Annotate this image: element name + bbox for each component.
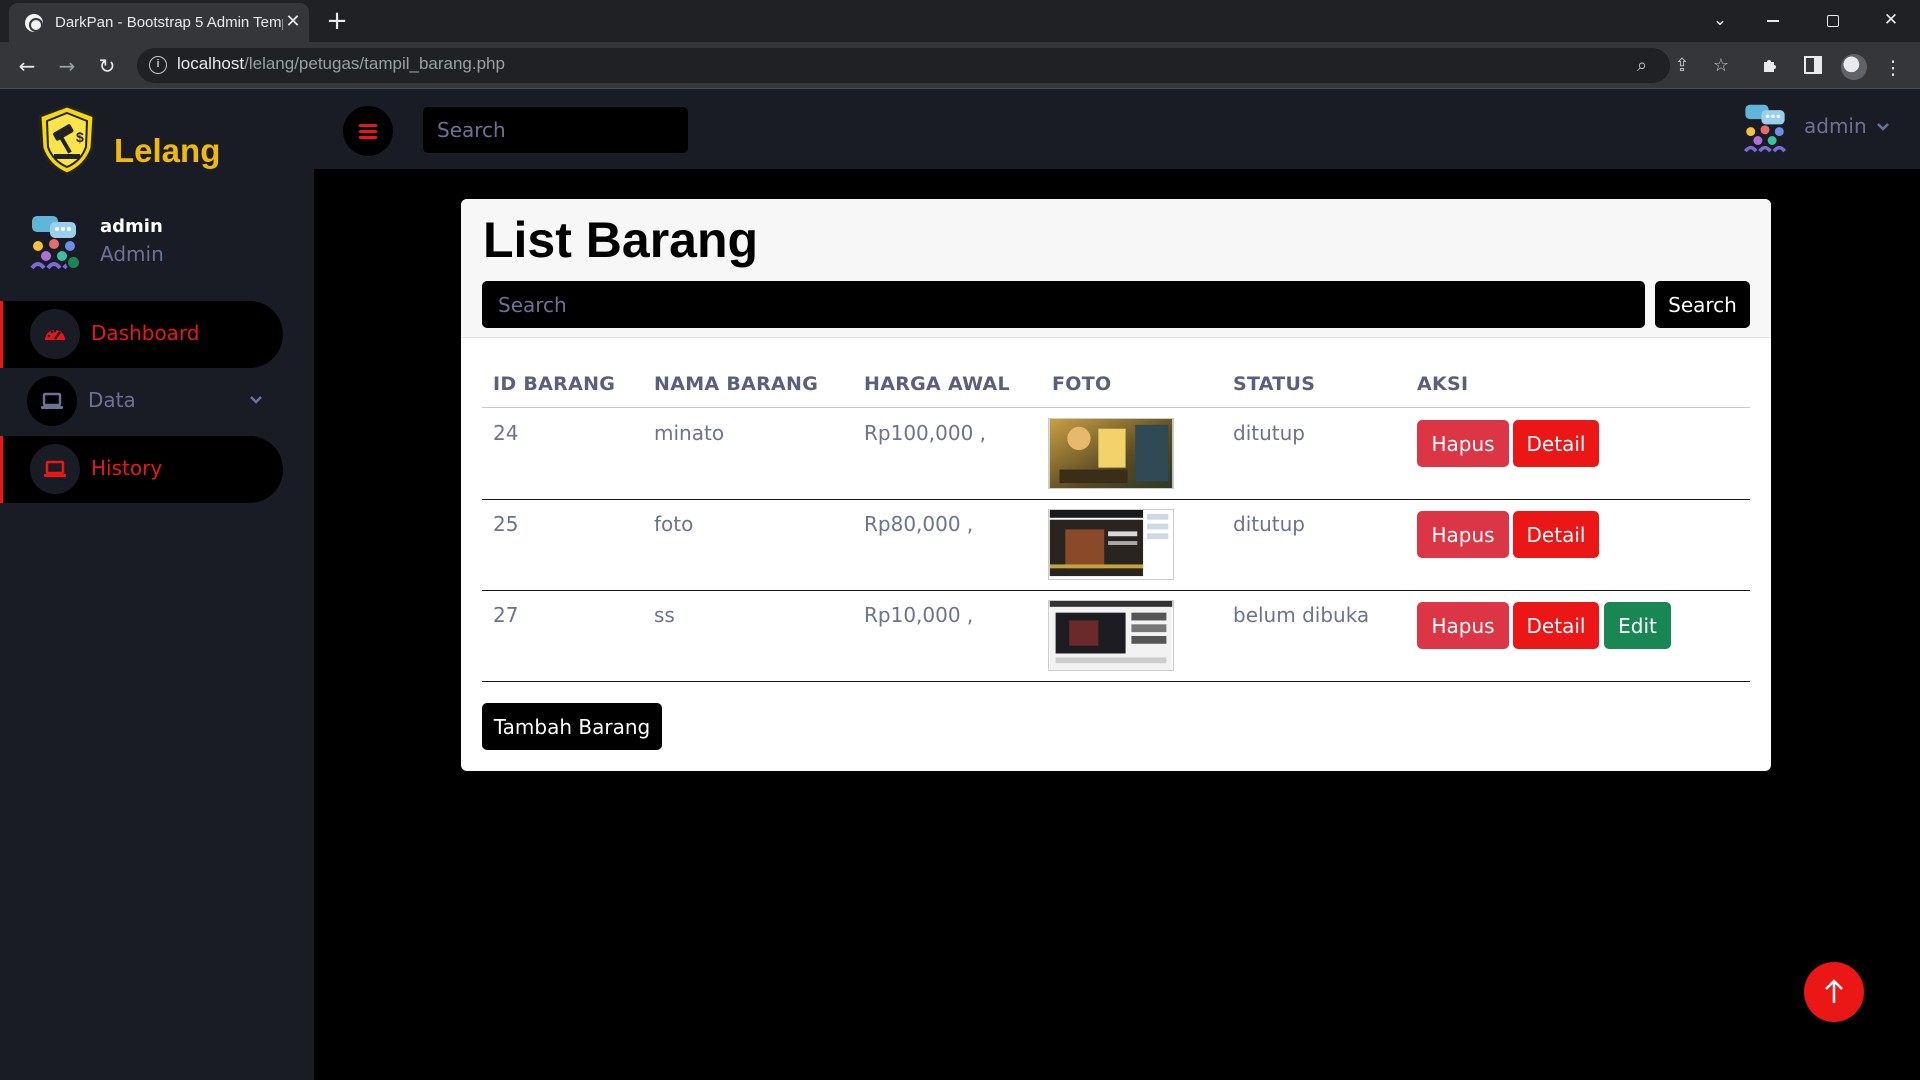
laptop-icon — [44, 460, 66, 477]
column-header: AKSI — [1417, 373, 1469, 395]
back-to-top-button[interactable] — [1804, 962, 1864, 1022]
table-header: ID BARANG NAMA BARANG HARGA AWAL FOTO ST… — [482, 365, 1750, 408]
detail-button[interactable]: Detail — [1513, 511, 1599, 558]
extensions-puzzle-icon[interactable] — [1758, 55, 1784, 81]
list-barang-card: List Barang Search ID BARANG NAMA BARANG… — [461, 199, 1771, 771]
restore-window-button[interactable] — [1809, 5, 1855, 35]
share-icon[interactable]: ⇪ — [1671, 55, 1693, 77]
sidebar-user: admin Admin — [28, 214, 288, 274]
auction-shield-logo-icon: $ — [38, 104, 96, 176]
table-row: 25 foto Rp80,000 , ditutup Hapus Detail — [482, 500, 1750, 591]
sidebar-item-label: Dashboard — [91, 321, 200, 345]
laptop-icon — [41, 392, 63, 409]
cell-harga: Rp80,000 , — [864, 512, 974, 536]
cell-id: 25 — [493, 512, 519, 536]
detail-button[interactable]: Detail — [1513, 420, 1599, 467]
sidebar-item-data[interactable]: Data — [0, 368, 283, 435]
cell-nama: foto — [654, 512, 694, 536]
tambah-barang-button[interactable]: Tambah Barang — [482, 703, 662, 750]
close-window-button[interactable]: ✕ — [1868, 5, 1914, 35]
url-path: /lelang/petugas/tampil_barang.php — [244, 54, 505, 73]
sidebar-user-name: admin — [100, 216, 163, 237]
profile-avatar[interactable] — [1841, 54, 1867, 80]
browser-menu-icon[interactable]: ⋮ — [1880, 55, 1906, 81]
brand-name: Lelang — [114, 132, 221, 169]
reload-icon[interactable]: ↻ — [90, 49, 124, 83]
navbar-user-dropdown[interactable]: admin — [1804, 114, 1867, 138]
new-tab-button[interactable]: + — [321, 5, 353, 37]
cell-id: 24 — [493, 421, 519, 445]
online-status-indicator — [66, 255, 81, 270]
cell-status: ditutup — [1233, 421, 1305, 445]
search-button[interactable]: Search — [1655, 281, 1750, 328]
barang-photo-ss — [1048, 600, 1174, 671]
back-icon[interactable]: ← — [10, 49, 44, 83]
cell-harga: Rp100,000 , — [864, 421, 987, 445]
chevron-down-icon — [250, 396, 262, 404]
table-row: 27 ss Rp10,000 , belum dibuka Hapus Deta… — [482, 591, 1750, 682]
nav-icon-circle — [27, 376, 77, 426]
cell-id: 27 — [493, 603, 519, 627]
url-text: localhost/lelang/petugas/tampil_barang.p… — [177, 54, 505, 74]
bookmark-star-icon[interactable]: ☆ — [1710, 55, 1732, 77]
tab-search-chevron-icon[interactable]: ⌄ — [1697, 5, 1743, 35]
nav-icon-circle — [30, 444, 80, 494]
cell-harga: Rp10,000 , — [864, 603, 974, 627]
minimize-window-button[interactable] — [1750, 5, 1796, 35]
hapus-button[interactable]: Hapus — [1417, 420, 1509, 467]
side-panel-icon[interactable] — [1800, 55, 1826, 81]
table-row: 24 minato Rp100,000 , ditutup Hapus Deta… — [482, 409, 1750, 500]
cell-status: ditutup — [1233, 512, 1305, 536]
top-navbar: admin — [314, 89, 1920, 169]
cell-status: belum dibuka — [1233, 603, 1370, 627]
cell-nama: minato — [654, 421, 725, 445]
url-host: localhost — [177, 54, 245, 73]
chevron-down-icon[interactable] — [1876, 120, 1890, 134]
address-bar[interactable]: i localhost/lelang/petugas/tampil_barang… — [137, 48, 1729, 83]
sidebar-toggle-button[interactable] — [343, 106, 393, 156]
browser-toolbar: ← → ↻ i localhost/lelang/petugas/tampil_… — [0, 42, 1920, 89]
arrow-up-icon — [1825, 979, 1843, 1003]
hapus-button[interactable]: Hapus — [1417, 602, 1509, 649]
barang-photo-foto — [1048, 509, 1174, 580]
tachometer-icon — [45, 329, 65, 340]
tab-title: DarkPan - Bootstrap 5 Admin Template — [55, 14, 283, 31]
svg-text:$: $ — [76, 129, 84, 145]
column-header: HARGA AWAL — [864, 373, 1010, 395]
sidebar-item-label: History — [91, 456, 163, 480]
barang-photo-minato — [1048, 418, 1174, 489]
tab-close-icon[interactable]: ✕ — [282, 10, 304, 34]
barang-search-input[interactable] — [482, 281, 1645, 328]
browser-tab[interactable]: DarkPan - Bootstrap 5 Admin Template ✕ — [9, 3, 309, 42]
forward-icon[interactable]: → — [50, 49, 84, 83]
card-header: List Barang Search — [461, 199, 1771, 338]
site-info-icon[interactable]: i — [149, 56, 167, 74]
column-header: STATUS — [1233, 373, 1316, 395]
sidebar-item-history[interactable]: History — [0, 436, 283, 503]
zoom-icon[interactable]: ⌕ — [1631, 55, 1653, 77]
sidebar: $ Lelang admin Admin Dashboard Data Hist… — [0, 89, 314, 1080]
cell-nama: ss — [654, 603, 675, 627]
detail-button[interactable]: Detail — [1513, 602, 1599, 649]
browser-tab-strip: DarkPan - Bootstrap 5 Admin Template ✕ +… — [0, 0, 1920, 42]
column-header: NAMA BARANG — [654, 373, 819, 395]
hamburger-menu-icon — [359, 124, 377, 139]
sidebar-item-dashboard[interactable]: Dashboard — [0, 301, 283, 368]
page-title: List Barang — [483, 212, 759, 268]
sidebar-user-role: Admin — [100, 242, 164, 266]
column-header: FOTO — [1052, 373, 1112, 395]
navbar-search-input[interactable] — [423, 107, 688, 153]
edit-button[interactable]: Edit — [1604, 602, 1671, 649]
globe-icon — [25, 14, 43, 32]
sidebar-item-label: Data — [88, 388, 136, 412]
nav-icon-circle — [30, 309, 80, 359]
hapus-button[interactable]: Hapus — [1417, 511, 1509, 558]
column-header: ID BARANG — [493, 373, 616, 395]
navbar-user-avatar[interactable] — [1741, 103, 1789, 153]
